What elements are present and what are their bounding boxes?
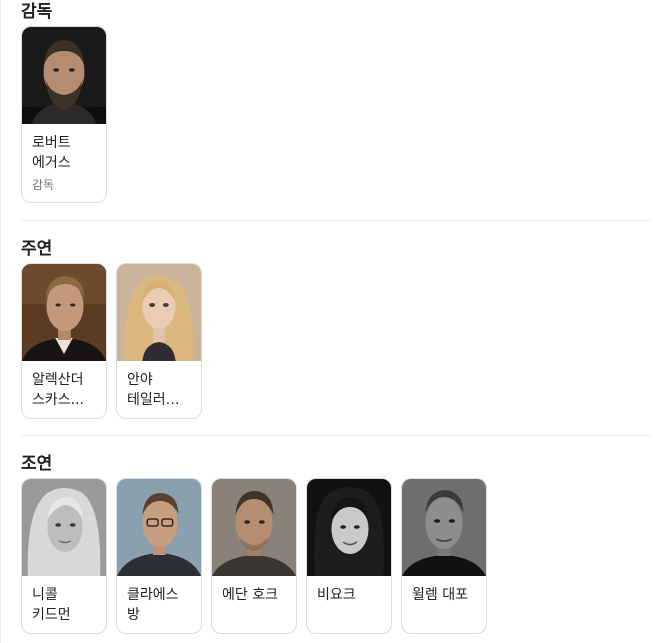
person-info: 에단 호크: [212, 576, 296, 613]
person-info: 비요크: [307, 576, 391, 613]
section-title-director: 감독: [21, 2, 53, 22]
lead-section: 주연 알렉산더 스카스... 안야 테일러: [21, 238, 651, 419]
person-name: 비요크: [317, 587, 356, 603]
person-card-anya-taylor-joy[interactable]: 안야 테일러 조이: [116, 263, 202, 419]
director-row: 로버트 에거스 감독: [21, 26, 651, 203]
person-info: 윌렘 대포: [402, 576, 486, 613]
person-role: 감독: [32, 178, 55, 192]
person-name: 클라에스 방: [127, 587, 179, 623]
person-photo: [117, 479, 201, 576]
lead-row: 알렉산더 스카스... 안야 테일러: [21, 263, 651, 419]
supporting-section: 조연 니콜 키드먼 클라에스 방 에단 호크 비요크 윌렘 대포: [21, 453, 651, 634]
person-name: 로버트 에거스: [32, 135, 71, 171]
person-name: 안야 테일러 조이: [127, 372, 166, 408]
person-info: 알렉산더 스카스...: [22, 361, 106, 418]
person-photo: [117, 264, 201, 361]
person-photo: [307, 479, 391, 576]
person-photo: [22, 479, 106, 576]
person-name: 에단 호크: [222, 587, 278, 603]
person-card-nicole-kidman[interactable]: 니콜 키드먼: [21, 478, 107, 634]
section-title-lead: 주연: [21, 239, 53, 259]
person-name: 알렉산더 스카스...: [32, 372, 84, 408]
panel-left-border: [0, 0, 1, 643]
person-card-robert-eggers[interactable]: 로버트 에거스 감독: [21, 26, 107, 203]
person-photo: [22, 27, 106, 124]
person-photo: [22, 264, 106, 361]
person-info: 안야 테일러 조이: [117, 361, 201, 418]
director-section: 감독 로버트 에거스 감독: [21, 1, 651, 203]
person-photo: [212, 479, 296, 576]
person-card-willem-dafoe[interactable]: 윌렘 대포: [401, 478, 487, 634]
section-divider: [21, 220, 651, 221]
person-info: 로버트 에거스 감독: [22, 124, 106, 202]
supporting-row: 니콜 키드먼 클라에스 방 에단 호크 비요크 윌렘 대포: [21, 478, 651, 634]
person-card-bjork[interactable]: 비요크: [306, 478, 392, 634]
person-name: 윌렘 대포: [412, 587, 468, 603]
person-name: 니콜 키드먼: [32, 587, 71, 623]
person-info: 니콜 키드먼: [22, 576, 106, 633]
person-card-alexander-skarsgard[interactable]: 알렉산더 스카스...: [21, 263, 107, 419]
section-title-supporting: 조연: [21, 454, 53, 474]
cast-crew-panel: 감독 로버트 에거스 감독 주연 알렉산더 스카스... 안야 테일러 조연 니…: [0, 0, 659, 643]
person-card-claes-bang[interactable]: 클라에스 방: [116, 478, 202, 634]
section-divider: [21, 435, 651, 436]
person-info: 클라에스 방: [117, 576, 201, 633]
person-photo: [402, 479, 486, 576]
person-card-ethan-hawke[interactable]: 에단 호크: [211, 478, 297, 634]
